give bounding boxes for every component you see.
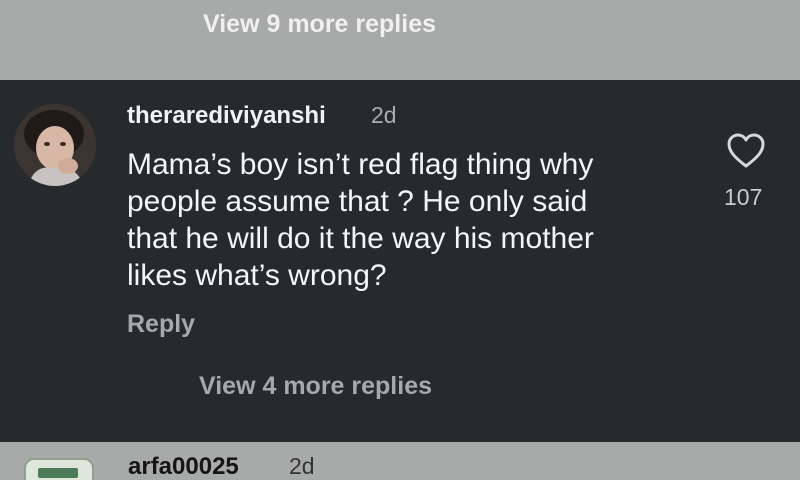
comment-timestamp: 2d <box>289 453 315 479</box>
comment-username[interactable]: arfa00025 <box>128 453 239 480</box>
avatar[interactable] <box>14 104 96 186</box>
view-more-replies-button[interactable]: View 9 more replies <box>203 10 436 39</box>
avatar-photo-icon <box>14 104 96 186</box>
comment-text: Mama’s boy isn’t red flag thing why peop… <box>127 148 594 292</box>
view-more-replies-button[interactable]: View 4 more replies <box>199 372 432 401</box>
next-comment-section: arfa00025 2d <box>0 442 800 480</box>
heart-outline-icon[interactable] <box>726 132 766 170</box>
previous-comment-section: View 9 more replies <box>0 0 800 80</box>
comment-username[interactable]: therarediviyanshi <box>127 102 326 130</box>
comment-item: therarediviyanshi 2d Mama’s boy isn’t re… <box>0 80 800 442</box>
avatar[interactable] <box>24 458 94 480</box>
like-count: 107 <box>724 184 763 210</box>
reply-button[interactable]: Reply <box>127 310 195 339</box>
avatar-badge-icon <box>38 468 78 478</box>
comment-timestamp: 2d <box>371 102 397 128</box>
